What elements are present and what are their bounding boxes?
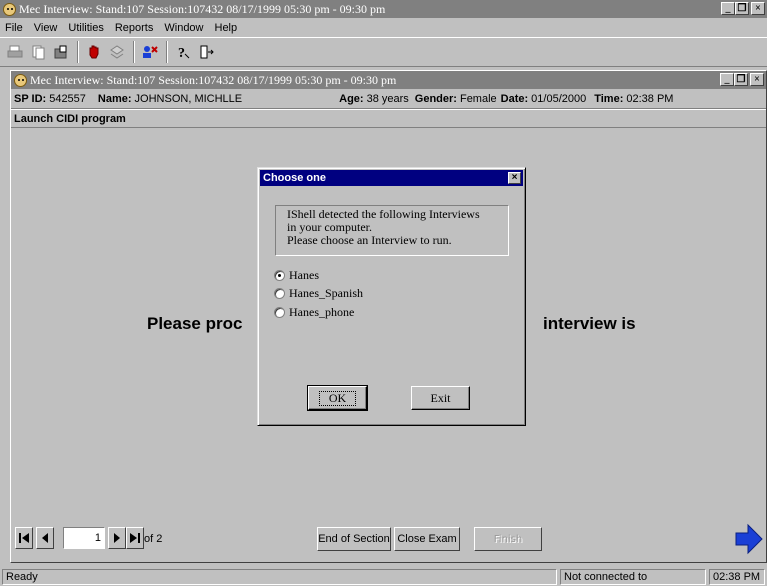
menu-window[interactable]: Window <box>159 22 209 34</box>
menu-reports[interactable]: Reports <box>110 22 160 34</box>
coordinator-status: Not connected to Coordinator <box>560 568 706 586</box>
app-title-bar: Mec Interview: Stand:107 Session:107432 … <box>0 0 767 18</box>
date-value: 01/05/2000 <box>531 92 587 105</box>
menu-help[interactable]: Help <box>210 22 244 34</box>
window-controls: _ ❐ × <box>721 2 765 15</box>
date-label: Date: <box>500 92 529 105</box>
menu-bar: File View Utilities Reports Window Help <box>0 19 767 36</box>
page-number-input[interactable]: 1 <box>63 527 105 549</box>
section-header: Launch CIDI program <box>11 109 766 128</box>
right-arrow-icon <box>735 523 763 555</box>
option-hanes-spanish[interactable]: Hanes_Spanish <box>274 286 363 301</box>
copy-icon[interactable] <box>27 41 49 63</box>
toolbar: ? <box>0 37 767 67</box>
option-label: Hanes <box>289 268 319 282</box>
page-count-text: of 2 <box>144 533 163 545</box>
dialog-title-bar: Choose one × <box>260 170 523 186</box>
dialog-close-button[interactable]: × <box>508 172 521 184</box>
next-page-button[interactable] <box>108 527 126 549</box>
app-face-icon <box>14 73 27 87</box>
gender-value: Female <box>459 92 497 105</box>
participant-info-bar: SP ID: 542557 Name: JOHNSON, MICHLLE Age… <box>11 89 766 109</box>
interview-window-title: Mec Interview: Stand:107 Session:107432 … <box>30 72 397 87</box>
menu-utilities[interactable]: Utilities <box>63 22 109 34</box>
finish-button[interactable]: Finish <box>474 527 542 551</box>
name-label: Name: <box>97 92 132 105</box>
option-label: Hanes_phone <box>289 305 355 319</box>
dialog-message-box: IShell detected the following Interviews… <box>275 205 509 256</box>
interview-window-title-bar: Mec Interview: Stand:107 Session:107432 … <box>11 71 766 89</box>
option-hanes[interactable]: Hanes <box>274 268 319 283</box>
toolbar-separator <box>133 41 135 63</box>
radio-button[interactable] <box>274 288 285 299</box>
person-card-icon[interactable] <box>139 41 161 63</box>
app-face-icon <box>3 2 16 16</box>
menu-file[interactable]: File <box>0 22 29 34</box>
close-button[interactable]: × <box>751 2 765 15</box>
minimize-button[interactable]: _ <box>721 2 735 15</box>
exit-door-icon[interactable] <box>195 41 217 63</box>
sp-id-label: SP ID: <box>14 92 47 105</box>
menu-view[interactable]: View <box>29 22 64 34</box>
print-icon[interactable] <box>4 41 26 63</box>
age-label: Age: <box>339 92 364 105</box>
status-text: Ready <box>2 568 557 585</box>
ok-button[interactable]: OK <box>307 385 368 411</box>
time-value: 02:38 PM <box>626 92 674 105</box>
ok-button-label: OK <box>318 390 357 406</box>
instruction-text-right: interview is <box>543 314 636 333</box>
name-value: JOHNSON, MICHLLE <box>134 92 243 105</box>
toolbar-separator <box>166 41 168 63</box>
option-label: Hanes_Spanish <box>289 286 363 300</box>
child-close-button[interactable]: × <box>750 73 764 86</box>
help-icon[interactable]: ? <box>172 41 194 63</box>
app-title: Mec Interview: Stand:107 Session:107432 … <box>19 1 386 16</box>
dialog-message-line: Please choose an Interview to run. <box>287 233 452 247</box>
close-exam-button[interactable]: Close Exam <box>394 527 460 551</box>
next-arrow-button[interactable] <box>734 523 764 555</box>
end-of-section-button[interactable]: End of Section <box>317 527 391 551</box>
toolbar-separator <box>77 41 79 63</box>
instruction-text-left: Please proc <box>147 314 243 333</box>
stop-hand-icon[interactable] <box>83 41 105 63</box>
tools-icon[interactable] <box>106 41 128 63</box>
gender-label: Gender: <box>414 92 457 105</box>
open-icon[interactable] <box>50 41 72 63</box>
status-bar: Ready Not connected to Coordinator 02:38… <box>0 567 767 586</box>
choose-interview-dialog: Choose one × IShell detected the followi… <box>257 167 526 426</box>
child-restore-button[interactable]: ❐ <box>734 73 748 86</box>
sp-id-value: 542557 <box>49 92 86 105</box>
option-hanes-phone[interactable]: Hanes_phone <box>274 305 354 320</box>
dialog-title: Choose one <box>263 172 326 184</box>
navigation-bar: 1 of 2 End of Section Close Exam Finish <box>11 519 767 555</box>
first-page-button[interactable] <box>15 527 33 549</box>
radio-button-checked[interactable] <box>274 270 285 281</box>
radio-button[interactable] <box>274 307 285 318</box>
age-value: 38 years <box>366 92 409 105</box>
previous-page-button[interactable] <box>36 527 54 549</box>
exit-button[interactable]: Exit <box>411 386 470 410</box>
status-clock: 02:38 PM <box>709 568 765 585</box>
time-label: Time: <box>594 92 624 105</box>
child-minimize-button[interactable]: _ <box>720 73 734 86</box>
child-window-controls: _ ❐ × <box>720 73 764 86</box>
svg-text:?: ? <box>178 46 185 60</box>
restore-button[interactable]: ❐ <box>735 2 749 15</box>
last-page-button[interactable] <box>126 527 144 549</box>
